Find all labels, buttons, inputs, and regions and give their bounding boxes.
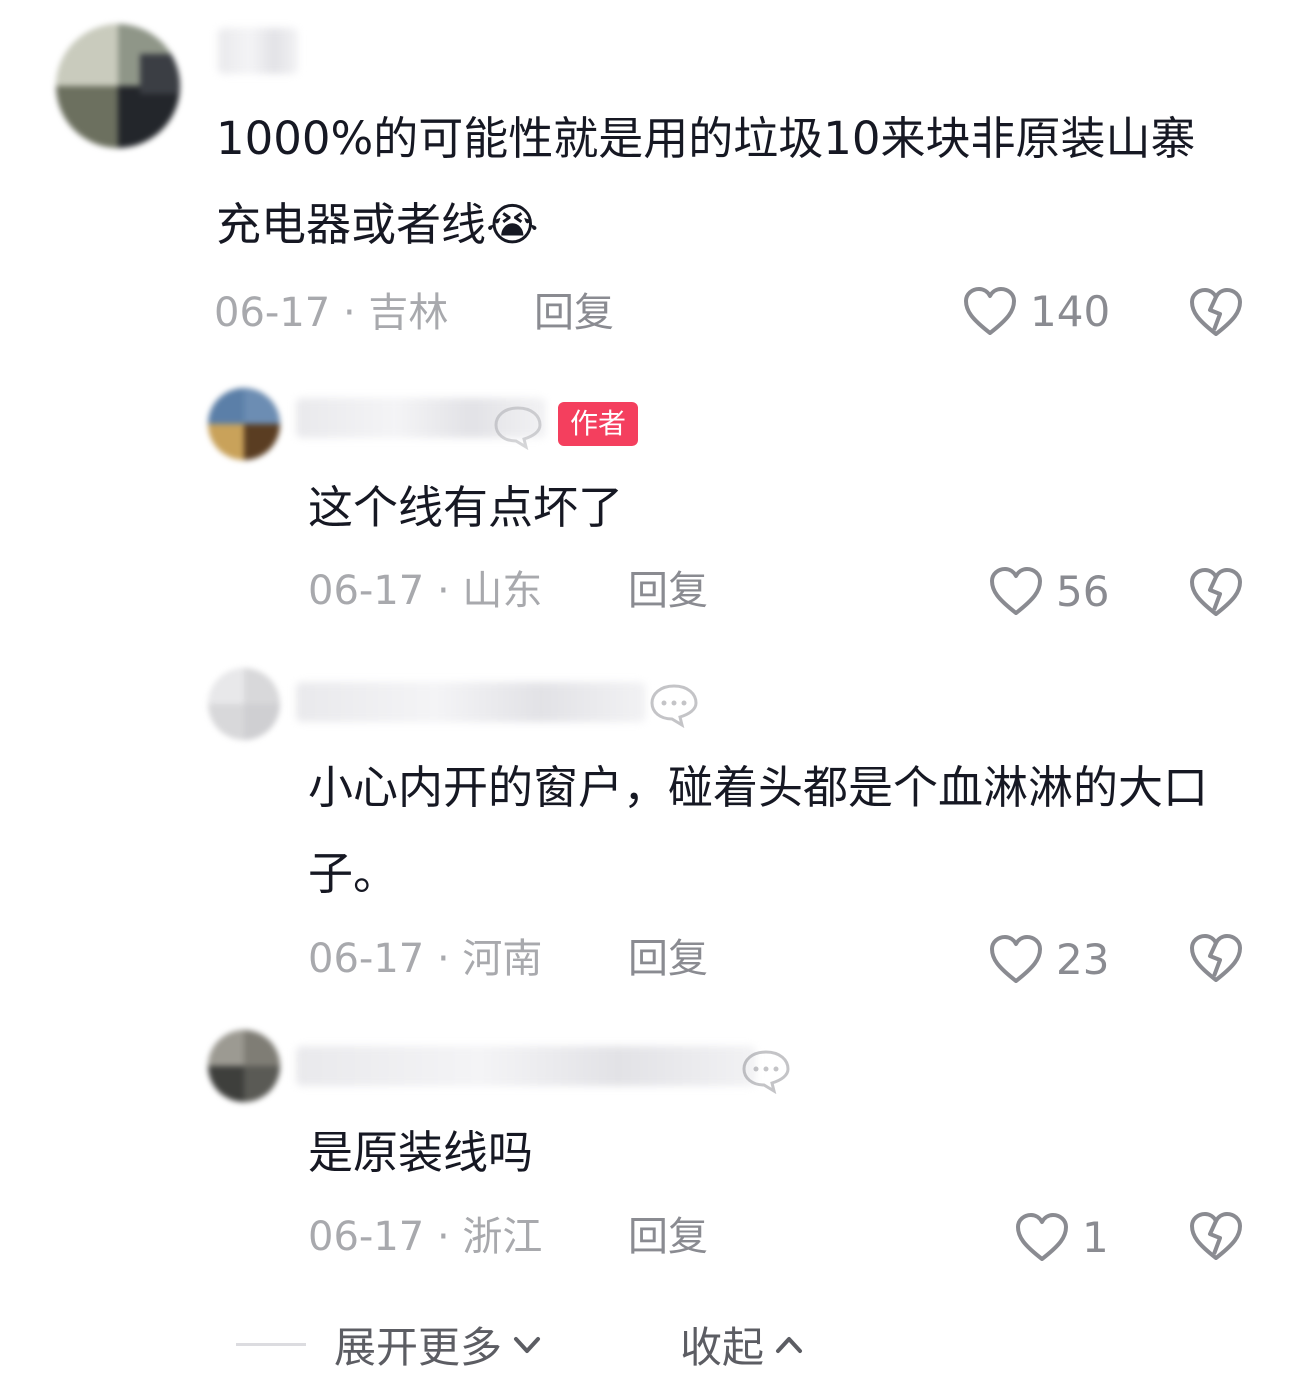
meta-separator: · [436,1214,450,1260]
heart-icon [1016,1213,1068,1261]
like-button[interactable]: 56 [988,564,1109,618]
reply-button[interactable]: 回复 [628,934,708,984]
comment-location: 河南 [462,936,543,982]
reply-button[interactable]: 回复 [534,288,614,338]
heart-icon [990,935,1042,983]
heart-icon [990,567,1042,615]
comment-meta: 06-17 · 河南 [308,934,542,984]
broken-heart-icon[interactable] [1188,566,1244,618]
avatar[interactable] [208,1030,280,1102]
comment-meta: 06-17 · 山东 [308,566,542,616]
like-count: 23 [1056,934,1110,984]
username-blurred[interactable] [218,28,298,74]
username-blurred[interactable] [296,1046,756,1086]
replies-toggle-bar: 展开更多 收起 [0,1310,1310,1380]
like-button[interactable]: 1 [1014,1210,1109,1264]
like-count: 140 [1030,286,1111,336]
comment-text: 这个线有点坏了 [308,481,624,534]
comment-location: 吉林 [368,290,449,336]
expand-more-label: 展开更多 [334,1323,503,1372]
broken-heart-icon[interactable] [1188,932,1244,984]
avatar[interactable] [208,668,280,740]
divider [236,1343,306,1346]
chevron-down-icon [514,1336,541,1353]
chat-bubble-icon [650,684,698,728]
meta-separator: · [436,568,450,614]
comment-text-content: 1000%的可能性就是用的垃圾10来块非原装山寨充电器或者线 [216,112,1196,251]
comment-text: 1000%的可能性就是用的垃圾10来块非原装山寨充电器或者线😭 [216,96,1236,268]
comment-text: 小心内开的窗户，碰着头都是个血淋淋的大口子。 [308,761,1209,900]
avatar[interactable] [208,388,280,460]
like-count: 56 [1056,566,1110,616]
avatar[interactable] [56,24,180,148]
heart-icon [964,287,1016,335]
facepalm-laugh-emoji: 😭 [486,198,539,251]
meta-separator: · [436,936,450,982]
collapse-button[interactable]: 收起 [680,1314,806,1375]
comment-location: 山东 [462,568,543,614]
comment-date: 06-17 [308,568,425,614]
chevron-up-icon [776,1336,803,1353]
like-button[interactable]: 140 [962,284,1110,338]
broken-heart-icon[interactable] [1188,1210,1244,1262]
like-count: 1 [1082,1212,1109,1262]
comment-location: 浙江 [462,1214,543,1260]
chat-bubble-icon [742,1050,790,1094]
comment-date: 06-17 [308,936,425,982]
comment-text: 是原装线吗 [308,1126,534,1179]
collapse-label: 收起 [680,1323,765,1372]
meta-separator: · [342,290,356,336]
comment-meta: 06-17 · 浙江 [308,1212,542,1262]
expand-more-button[interactable]: 展开更多 [334,1314,544,1375]
comment-date: 06-17 [214,290,331,336]
comment-meta: 06-17 · 吉林 [214,288,448,338]
reply-button[interactable]: 回复 [628,566,708,616]
reply-button[interactable]: 回复 [628,1212,708,1262]
username-blurred[interactable] [296,682,646,722]
like-button[interactable]: 23 [988,932,1109,986]
comment-date: 06-17 [308,1214,425,1260]
chat-bubble-icon [494,406,542,450]
broken-heart-icon[interactable] [1188,286,1244,338]
author-badge: 作者 [558,402,639,446]
